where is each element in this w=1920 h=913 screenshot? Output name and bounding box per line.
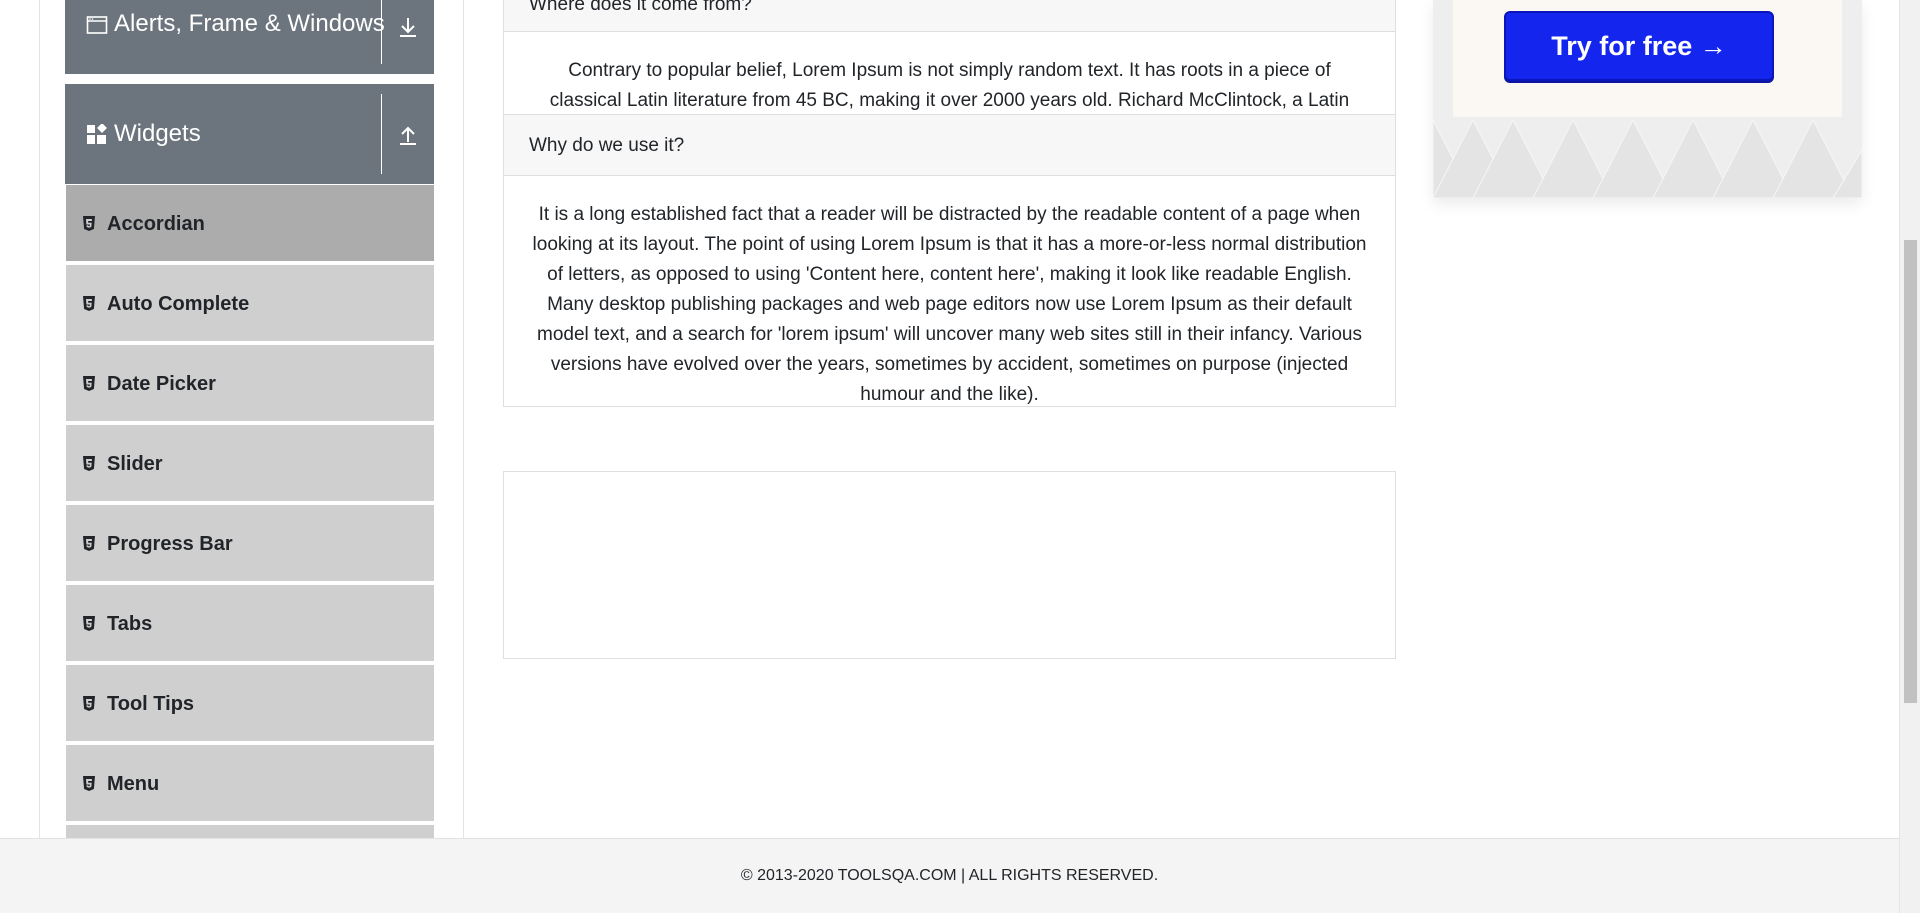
sidebar-item-menu[interactable]: Menu [66, 745, 434, 823]
html5-icon [83, 696, 95, 711]
group-toggle-widgets[interactable] [382, 108, 434, 162]
accordion-header-label: Where does it come from? [529, 0, 752, 15]
accordion-body-where-from: Contrary to popular belief, Lorem Ipsum … [503, 32, 1396, 115]
group-title-widgets: Widgets [114, 120, 201, 147]
accordion-header-where-from[interactable]: Where does it come from? [503, 0, 1396, 32]
sidebar-item-auto-complete[interactable]: Auto Complete [66, 265, 434, 343]
sidebar-item-partial[interactable] [66, 825, 434, 838]
sidebar-item-label: Auto Complete [107, 293, 250, 315]
download-arrow-icon [400, 18, 416, 37]
html5-icon [83, 296, 95, 311]
sidebar-item-accordian[interactable]: Accordian [66, 185, 434, 263]
window-icon [86, 16, 108, 34]
accordion-body-text: It is a long established fact that a rea… [532, 204, 1367, 405]
widgets-icon [87, 124, 107, 144]
html5-icon [83, 776, 95, 791]
sidebar-item-label: Slider [107, 453, 163, 475]
page-scrollbar[interactable] [1899, 0, 1920, 913]
html5-icon [83, 536, 95, 551]
html5-icon [83, 456, 95, 471]
sidebar-item-label: Progress Bar [107, 533, 233, 555]
page: Alerts, Frame & Windows Widgets Accordia… [0, 0, 1920, 913]
sidebar-item-date-picker[interactable]: Date Picker [66, 345, 434, 423]
group-header-widgets[interactable]: Widgets [65, 84, 434, 184]
sidebar-item-label: Tabs [107, 613, 153, 635]
html5-icon [83, 616, 95, 631]
sidebar-item-label: Accordian [107, 213, 205, 235]
html5-icon [83, 216, 95, 231]
footer-copyright: © 2013-2020 TOOLSQA.COM | ALL RIGHTS RES… [740, 867, 1159, 884]
sidebar-item-progress-bar[interactable]: Progress Bar [66, 505, 434, 583]
sidebar-item-slider[interactable]: Slider [66, 425, 434, 503]
sidebar-item-label: Date Picker [107, 373, 216, 395]
scrollbar-thumb[interactable] [1904, 240, 1917, 703]
upload-arrow-icon [400, 126, 416, 145]
sidebar-item-tabs[interactable]: Tabs [66, 585, 434, 663]
sidebar-item-label: Tool Tips [107, 693, 195, 715]
footer: © 2013-2020 TOOLSQA.COM | ALL RIGHTS RES… [0, 838, 1899, 913]
group-toggle-alerts-frame-windows[interactable] [382, 0, 434, 54]
sidebar-item-label: Menu [107, 773, 160, 795]
try-for-free-button[interactable]: Try for free → [1504, 11, 1774, 81]
accordion-body-why-use: It is a long established fact that a rea… [503, 176, 1396, 407]
ad-placeholder-box [503, 471, 1396, 659]
accordion-header-label: Why do we use it? [529, 135, 685, 156]
html5-icon [83, 376, 95, 391]
accordion-header-why-use[interactable]: Why do we use it? [503, 114, 1396, 176]
group-header-alerts-frame-windows[interactable]: Alerts, Frame & Windows [65, 0, 434, 74]
sidebar-item-tool-tips[interactable]: Tool Tips [66, 665, 434, 743]
accordion-body-text: Contrary to popular belief, Lorem Ipsum … [549, 60, 1350, 111]
group-title-alerts-frame-windows: Alerts, Frame & Windows [114, 10, 385, 37]
